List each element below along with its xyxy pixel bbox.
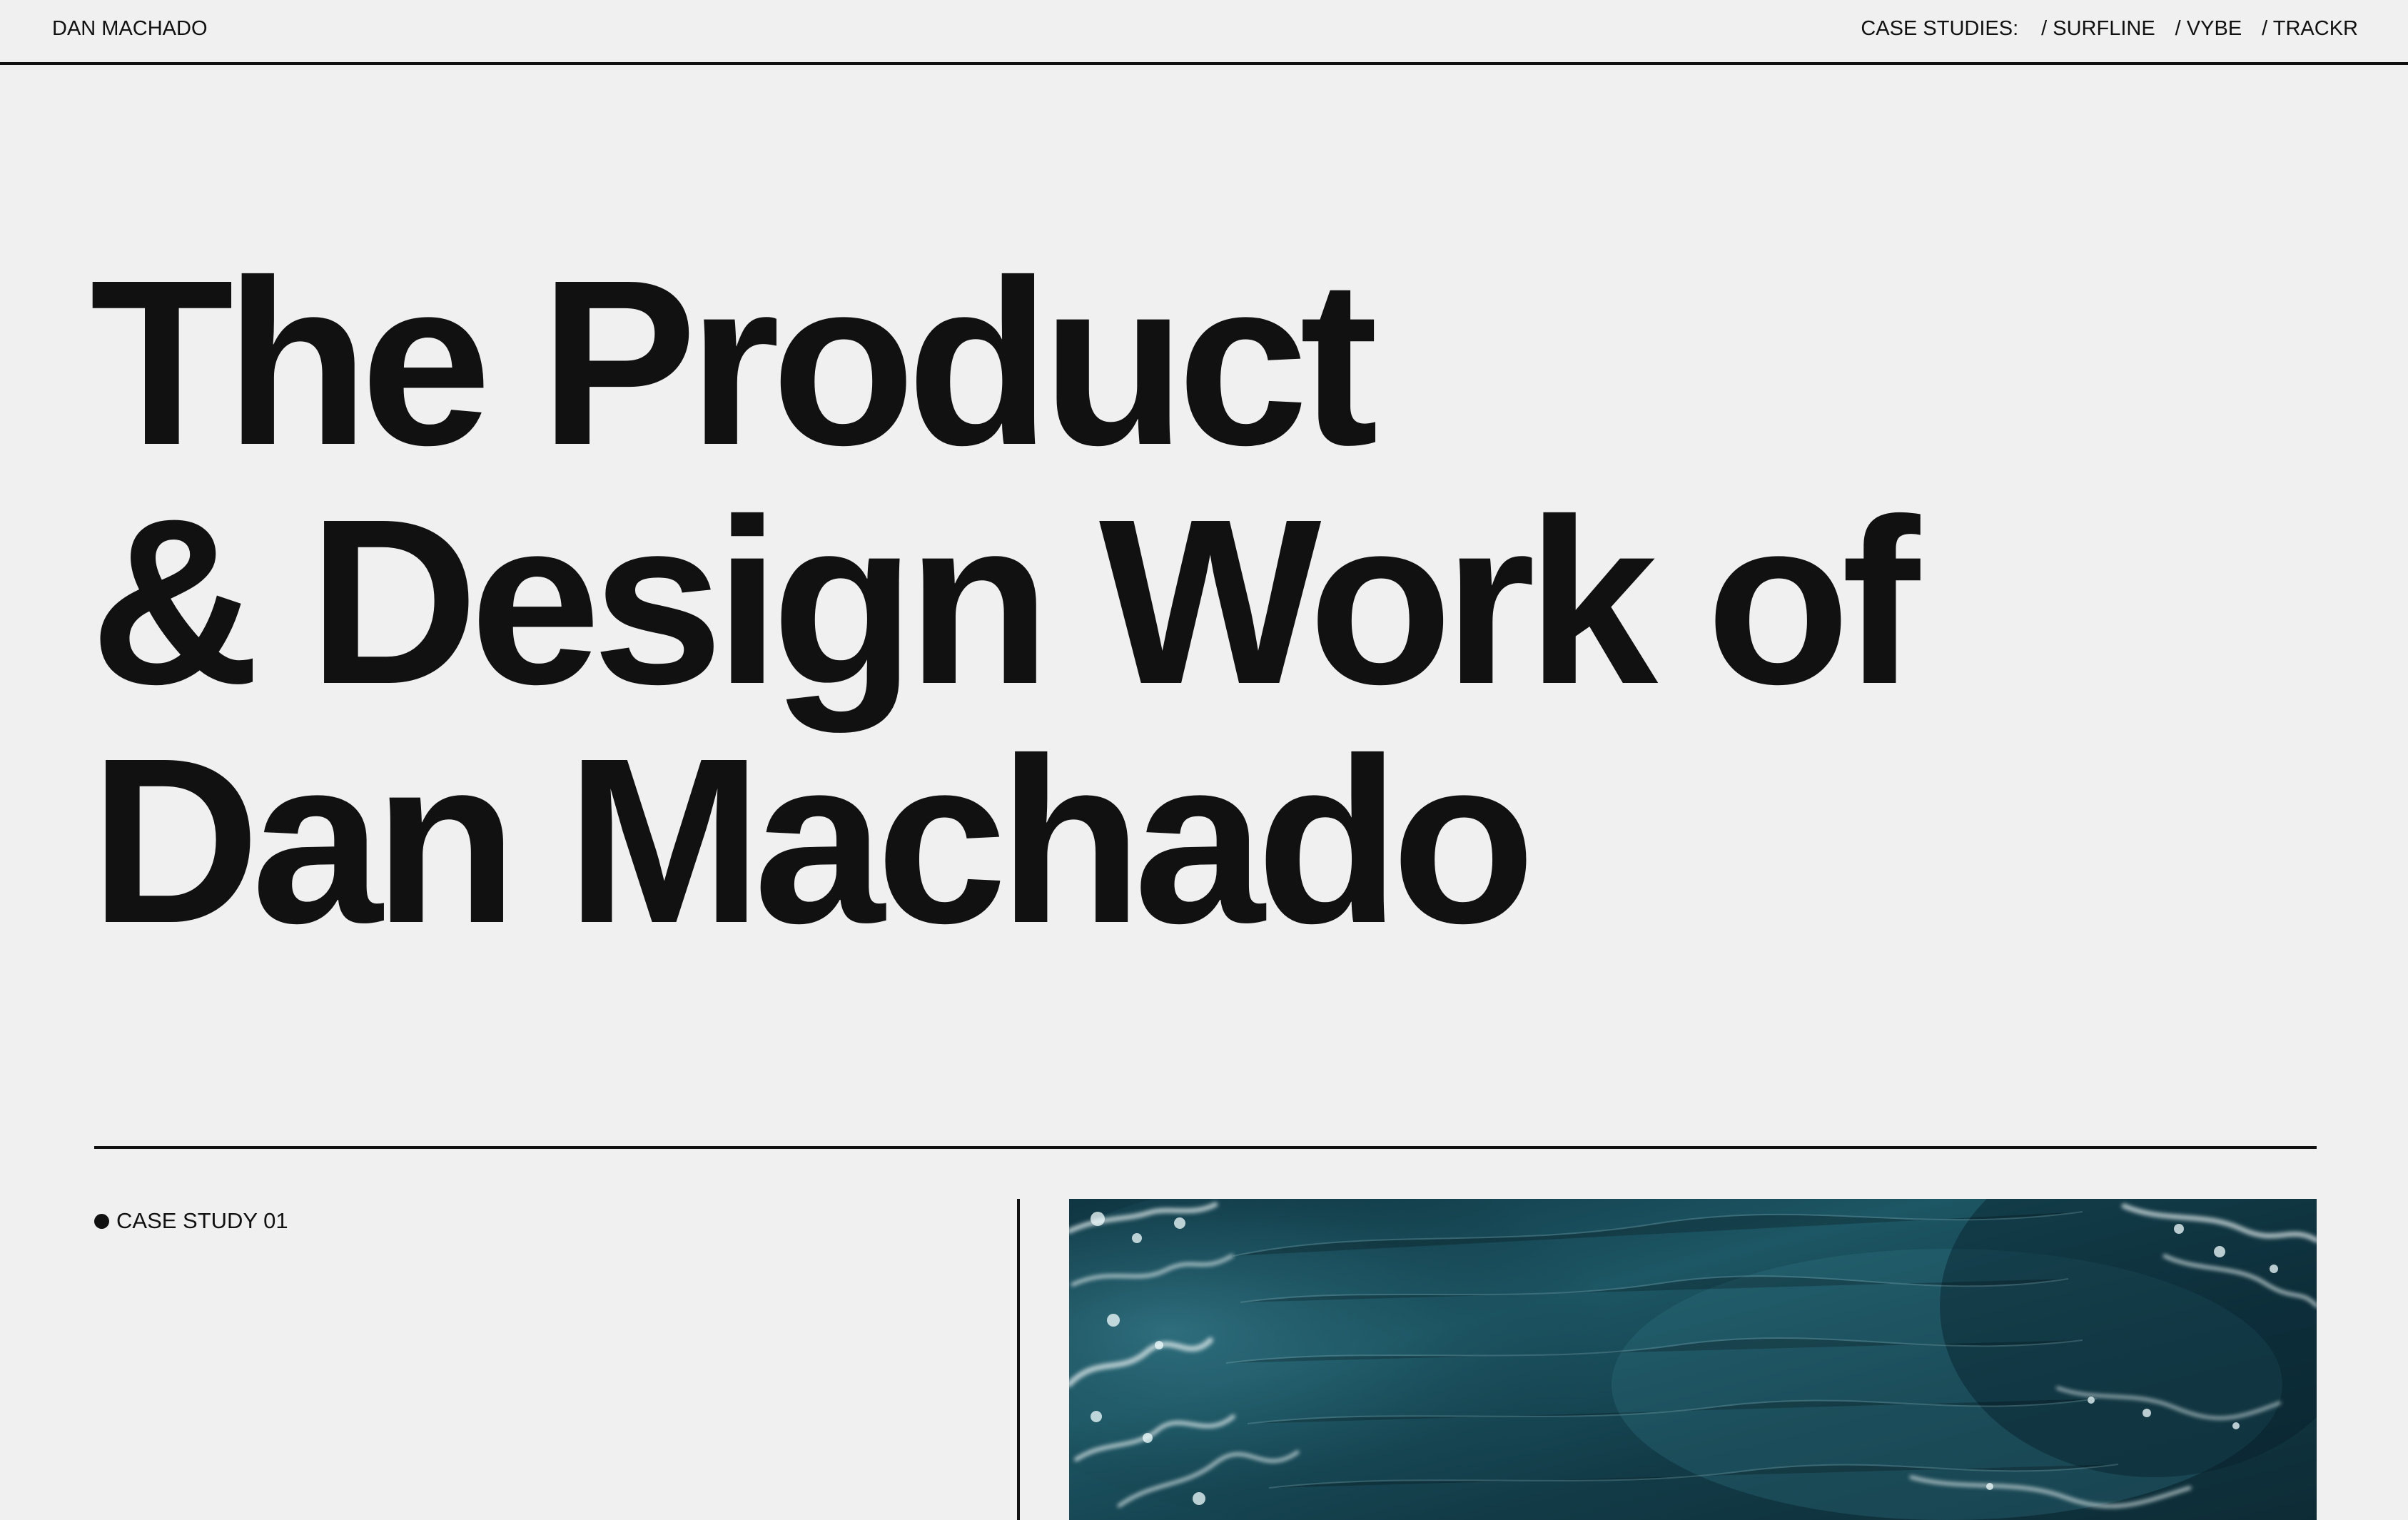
- hero-title-line-1: The Product: [90, 230, 1378, 494]
- brand-home-link[interactable]: DAN MACHADO: [52, 16, 208, 41]
- surfline-case-study-link[interactable]: / SURFLINE: [2041, 16, 2155, 41]
- portfolio-page: DAN MACHADO CASE STUDIES: / SURFLINE / V…: [0, 0, 2408, 1520]
- case-studies-nav: CASE STUDIES: / SURFLINE / VYBE / TRACKR: [1861, 16, 2358, 41]
- case-study-ocean-image[interactable]: [1069, 1199, 2317, 1520]
- top-navigation: DAN MACHADO CASE STUDIES: / SURFLINE / V…: [0, 0, 2408, 65]
- hero-title: The Product & Design Work of Dan Machado: [90, 230, 1920, 972]
- trackr-case-study-link[interactable]: / TRACKR: [2262, 16, 2358, 41]
- vybe-case-study-link[interactable]: / VYBE: [2175, 16, 2242, 41]
- case-studies-label: CASE STUDIES:: [1861, 17, 2019, 40]
- case-study-column-divider: [1017, 1199, 1020, 1520]
- hero-title-line-3: Dan Machado: [90, 709, 1535, 972]
- filled-circle-icon: [94, 1213, 109, 1229]
- case-study-label: CASE STUDY 01: [94, 1208, 288, 1234]
- ocean-image: [1069, 1199, 2317, 1520]
- hero-title-line-2: & Design Work of: [90, 470, 1920, 733]
- case-study-label-text: CASE STUDY 01: [116, 1208, 288, 1233]
- section-divider: [94, 1146, 2317, 1149]
